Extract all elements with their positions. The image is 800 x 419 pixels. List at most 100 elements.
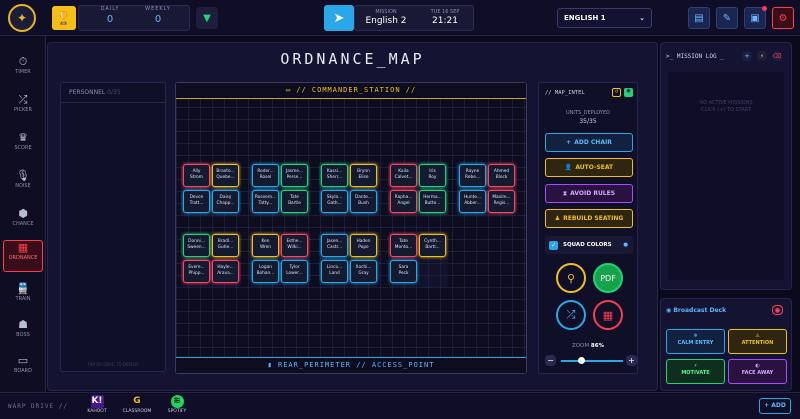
face-away-label: FACE AWAY bbox=[741, 370, 774, 376]
logo-icon[interactable]: ✦ bbox=[8, 4, 36, 32]
clipboard-icon: ▤ bbox=[694, 12, 704, 24]
bolt-icon: ⚡ bbox=[693, 363, 698, 369]
student-desk[interactable]: Linco... Land bbox=[321, 260, 348, 283]
shuffle-seats-button[interactable]: ⤮ bbox=[556, 300, 586, 330]
student-desk[interactable]: Devon Tratt... bbox=[183, 190, 210, 213]
class-select-value: ENGLISH 1 bbox=[564, 14, 606, 22]
calm-entry-button[interactable]: ❄ CALM ENTRY bbox=[666, 329, 725, 354]
flash-button[interactable]: ⚡ bbox=[757, 51, 767, 61]
student-desk[interactable]: Skyla... Gath... bbox=[321, 190, 348, 213]
student-desk[interactable]: Bradl... Gutie... bbox=[212, 234, 239, 257]
student-desk[interactable]: Cynth... Bartl... bbox=[419, 234, 446, 257]
student-desk[interactable]: Braxto... Quebe... bbox=[212, 164, 239, 187]
student-last-name: Rosel bbox=[259, 175, 272, 180]
zoom-out-button[interactable]: − bbox=[545, 355, 556, 366]
sidebar-item-boss[interactable]: ☗ BOSS bbox=[3, 318, 43, 350]
student-desk[interactable]: Roder... Rosel bbox=[252, 164, 279, 187]
student-desk[interactable]: Logan Bohan... bbox=[252, 260, 279, 283]
student-last-name: Sween... bbox=[187, 245, 206, 250]
grid-icon: ▦ bbox=[602, 308, 614, 322]
student-desk[interactable]: Herma... Butte... bbox=[419, 190, 446, 213]
student-desk[interactable]: Iris Roy bbox=[419, 164, 446, 187]
student-desk[interactable]: Hayle... Arava... bbox=[212, 260, 239, 283]
sidebar-item-timer[interactable]: ⏱ TIMER bbox=[3, 55, 43, 87]
sidebar-item-score[interactable]: ♛ SCORE bbox=[3, 131, 43, 163]
sidebar-item-label: BOSS bbox=[16, 332, 30, 338]
add-mission-button[interactable]: + bbox=[742, 51, 752, 61]
grid-toggle-button[interactable]: ▦ bbox=[593, 300, 623, 330]
student-desk[interactable]: Kaila Calvet... bbox=[390, 164, 417, 187]
class-select[interactable]: ENGLISH 1 ⌄ bbox=[557, 8, 652, 28]
student-desk[interactable]: Xochi... Gray bbox=[350, 260, 377, 283]
student-desk[interactable]: Haden Pope bbox=[350, 234, 377, 257]
sidebar-item-ordnance[interactable]: ▦ ORDNANCE bbox=[3, 240, 43, 272]
app-classroom[interactable]: G CLASSROOM bbox=[122, 395, 152, 414]
auto-seat-button[interactable]: 👤 AUTO-SEAT bbox=[545, 158, 633, 177]
face-away-button[interactable]: ◐ FACE AWAY bbox=[728, 359, 787, 384]
app-label: KAHOOT bbox=[87, 409, 107, 414]
add-chair-button[interactable]: + ADD CHAIR bbox=[545, 133, 633, 152]
student-desk[interactable]: Jasen... Castr... bbox=[321, 234, 348, 257]
app-kahoot[interactable]: K! KAHOOT bbox=[82, 395, 112, 414]
student-desk[interactable]: Tate Bartle bbox=[281, 190, 308, 213]
edit-button[interactable]: ✎ bbox=[716, 7, 738, 29]
search-student-button[interactable]: ⚲ bbox=[556, 263, 586, 293]
sidebar-item-train[interactable]: 🚆 TRAIN bbox=[3, 282, 43, 314]
settings-button[interactable]: ⚙ bbox=[772, 7, 794, 29]
clear-log-button[interactable]: ⌫ bbox=[772, 51, 782, 61]
commander-station-header: ▭ // COMMANDER_STATION // bbox=[176, 83, 526, 99]
student-desk[interactable]: Dante... Bush bbox=[350, 190, 377, 213]
signal-button[interactable]: ▼ bbox=[196, 7, 218, 29]
sidebar-item-chance[interactable]: ⬢ CHANCE bbox=[3, 207, 43, 239]
clipboard-button[interactable]: ▤ bbox=[688, 7, 710, 29]
student-last-name: Wilki... bbox=[287, 245, 302, 250]
student-desk[interactable]: Brynn Elise bbox=[350, 164, 377, 187]
add-app-button[interactable]: + ADD bbox=[759, 398, 791, 414]
student-desk[interactable]: Jasme... Perse... bbox=[281, 164, 308, 187]
student-desk[interactable]: Sara Peck bbox=[390, 260, 417, 283]
rebuild-seating-button[interactable]: ♟ REBUILD SEATING bbox=[545, 209, 633, 228]
squad-colors-toggle[interactable]: ✓ SQUAD COLORS ● bbox=[545, 236, 633, 254]
student-desk[interactable]: Daisy Chapp... bbox=[212, 190, 239, 213]
checkbox-icon[interactable]: ✓ bbox=[549, 240, 558, 250]
trophy-icon[interactable]: 🏆 bbox=[52, 6, 76, 30]
export-pdf-button[interactable]: PDF bbox=[593, 263, 623, 293]
reset-icon[interactable]: ↺ bbox=[612, 88, 621, 97]
student-desk[interactable]: Tate Monto... bbox=[390, 234, 417, 257]
student-desk[interactable]: Esthe... Wilki... bbox=[281, 234, 308, 257]
student-desk[interactable]: Kassi... Sherr... bbox=[321, 164, 348, 187]
student-desk[interactable]: Donni... Sween... bbox=[183, 234, 210, 257]
student-last-name: Wren bbox=[259, 245, 272, 250]
seating-grid[interactable] bbox=[175, 82, 527, 374]
sidebar-item-board[interactable]: ▭ BOARD bbox=[3, 354, 43, 386]
rocket-button[interactable]: ➤ bbox=[324, 5, 354, 31]
rocket-icon: ➤ bbox=[333, 10, 345, 26]
student-desk[interactable]: Tylor Lower... bbox=[281, 260, 308, 283]
student-desk[interactable]: Roseem... Tatty... bbox=[252, 190, 279, 213]
motivate-button[interactable]: ⚡ MOTIVATE bbox=[666, 359, 725, 384]
student-desk[interactable]: Hunte... Abber... bbox=[459, 190, 486, 213]
student-desk[interactable]: Ken Wren bbox=[252, 234, 279, 257]
add-chair-label: ADD CHAIR bbox=[574, 139, 612, 146]
student-desk[interactable]: Evere... Phipp... bbox=[183, 260, 210, 283]
zoom-slider[interactable] bbox=[561, 360, 623, 362]
zoom-slider-handle[interactable] bbox=[578, 357, 585, 364]
avoid-rules-button[interactable]: ⧗ AVOID RULES bbox=[545, 184, 633, 203]
broadcast-stop-button[interactable]: ● bbox=[772, 305, 783, 315]
zoom-in-button[interactable]: + bbox=[626, 355, 637, 366]
map-intel-header: // MAP_INTEL bbox=[545, 90, 585, 96]
student-desk[interactable]: Rapha... Angel bbox=[390, 190, 417, 213]
student-desk[interactable]: Ahmed Block bbox=[488, 164, 515, 187]
attention-button[interactable]: ⚠ ATTENTION bbox=[728, 329, 787, 354]
time-value: 21:21 bbox=[432, 16, 458, 26]
student-desk[interactable]: Maxim... Regis... bbox=[488, 190, 515, 213]
app-spotify[interactable]: ≋ SPOTIFY bbox=[162, 395, 192, 414]
save-button[interactable]: ▣ bbox=[744, 6, 767, 29]
student-desk[interactable]: Rayne Rebe... bbox=[459, 164, 486, 187]
pencil-icon: ✎ bbox=[722, 12, 732, 24]
sidebar-item-picker[interactable]: ⤮ PICKER bbox=[3, 93, 43, 125]
student-last-name: Bartle bbox=[288, 201, 301, 206]
student-desk[interactable]: Ally Strom bbox=[183, 164, 210, 187]
sidebar-item-noise[interactable]: 🎙 NOISE bbox=[3, 169, 43, 201]
camera-icon[interactable]: ◉ bbox=[624, 88, 633, 97]
